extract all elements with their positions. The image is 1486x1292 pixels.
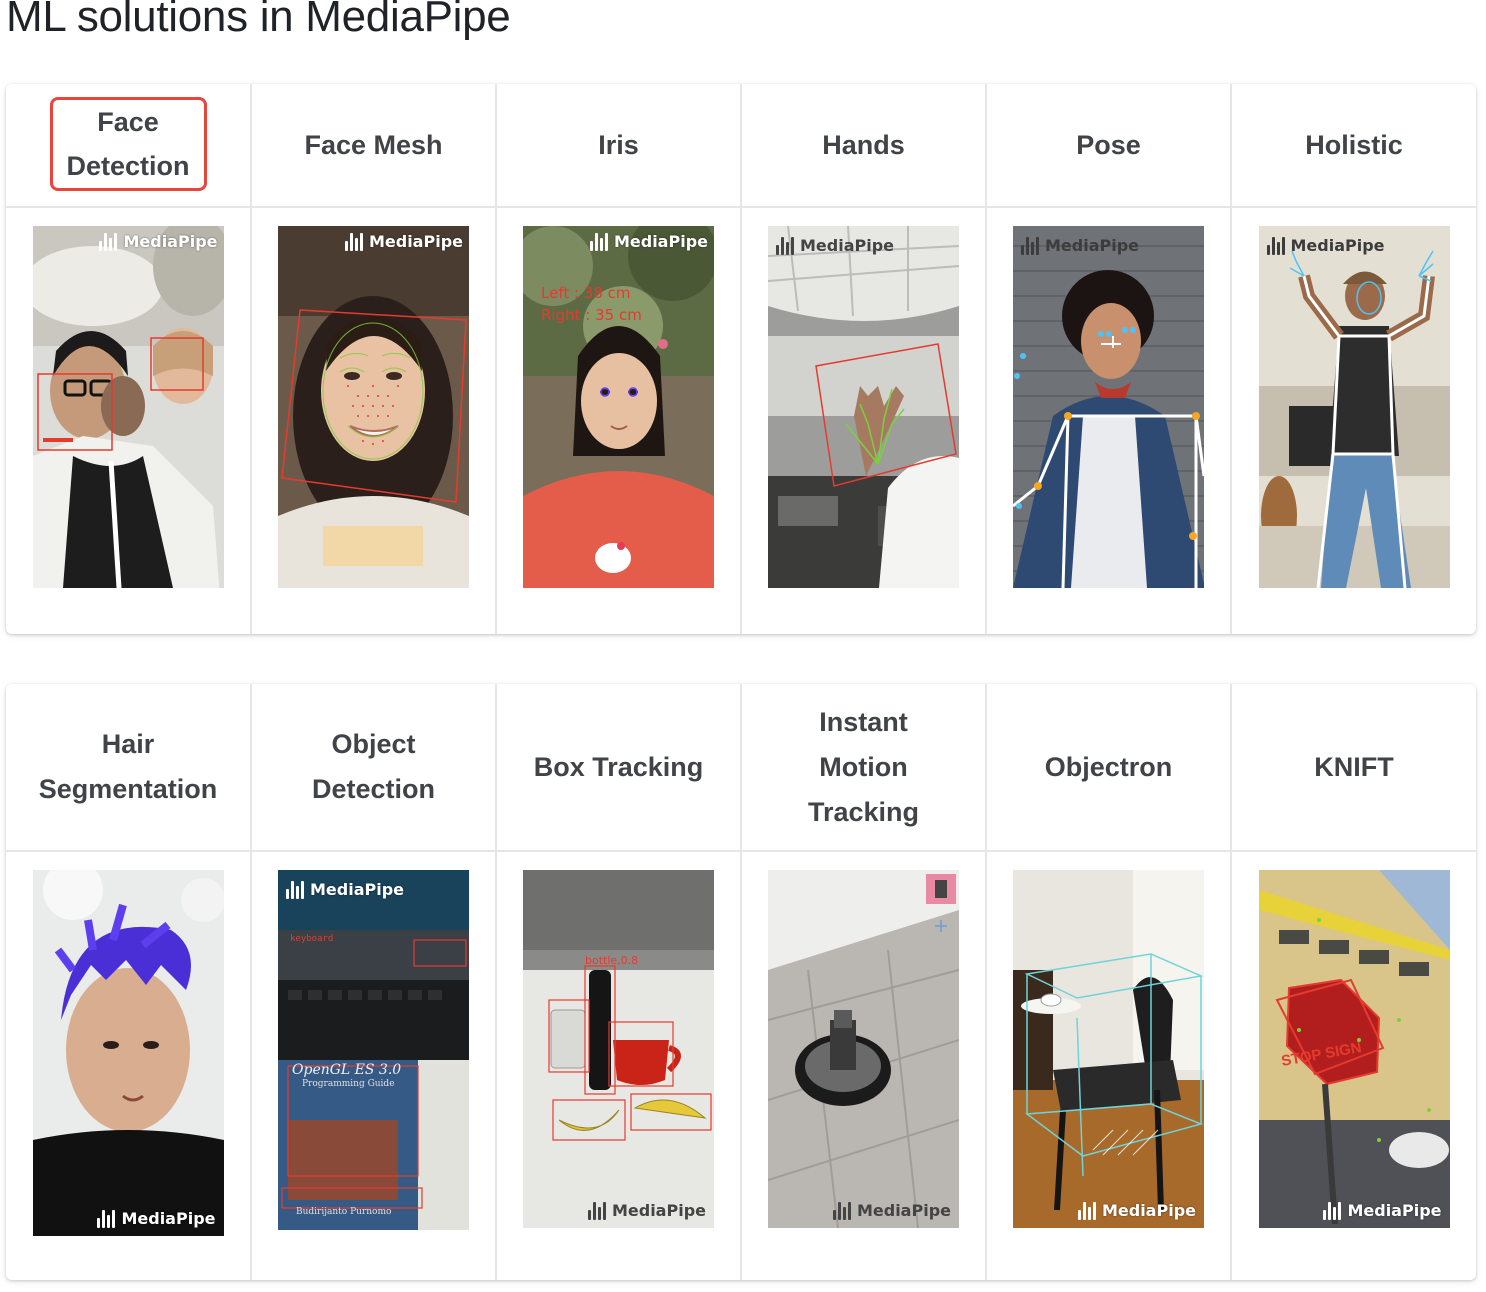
header-label: Iris bbox=[598, 129, 639, 160]
solutions-table-1: Face Detection Face Mesh Iris Hands Pose… bbox=[6, 84, 1476, 634]
cell-objectron: MediaPipe bbox=[985, 850, 1232, 1280]
face-mesh-demo-image[interactable]: MediaPipe bbox=[278, 226, 469, 588]
cell-box-tracking: bottle,0.8 MediaPipe bbox=[495, 850, 742, 1280]
cell-knift: STOP SIGN MediaPipe bbox=[1230, 850, 1476, 1280]
header-instant-motion-tracking[interactable]: Instant Motion Tracking bbox=[740, 684, 987, 852]
header-label: Objectron bbox=[1044, 751, 1173, 782]
header-label-highlighted: Face Detection bbox=[49, 97, 207, 191]
cell-face-detection: MediaPipe bbox=[6, 206, 252, 634]
mediapipe-logo: MediaPipe bbox=[344, 232, 463, 251]
cell-object-detection: keyboard OpenGL ES 3.0 Programming Guide… bbox=[250, 850, 497, 1280]
book-subtitle-label: Programming Guide bbox=[302, 1079, 395, 1089]
header-pose[interactable]: Pose bbox=[985, 84, 1232, 208]
header-label: Face Mesh bbox=[304, 129, 443, 160]
mediapipe-logo-icon bbox=[97, 1209, 116, 1228]
brand-label: MediaPipe bbox=[611, 1201, 706, 1220]
brand-label: MediaPipe bbox=[310, 880, 405, 899]
header-label: Box Tracking bbox=[533, 751, 704, 782]
header-iris[interactable]: Iris bbox=[495, 84, 742, 208]
brand-label: MediaPipe bbox=[856, 1201, 951, 1220]
book-author-label: Budirijanto Purnomo bbox=[296, 1207, 392, 1217]
header-label: KNIFT bbox=[1314, 751, 1394, 782]
mediapipe-logo-icon bbox=[776, 236, 794, 255]
objectron-demo-image[interactable]: MediaPipe bbox=[1013, 870, 1204, 1228]
mediapipe-logo: MediaPipe bbox=[1323, 1201, 1442, 1220]
header-object-detection[interactable]: Object Detection bbox=[250, 684, 497, 852]
mediapipe-logo-icon bbox=[1323, 1201, 1342, 1220]
mediapipe-logo: MediaPipe bbox=[97, 1209, 216, 1228]
object-detection-demo-image[interactable]: keyboard OpenGL ES 3.0 Programming Guide… bbox=[278, 870, 469, 1230]
mediapipe-logo: MediaPipe bbox=[1266, 236, 1385, 255]
mediapipe-logo-icon bbox=[587, 1201, 606, 1220]
pose-demo-image[interactable]: MediaPipe bbox=[1013, 226, 1204, 588]
mediapipe-logo: MediaPipe bbox=[776, 236, 894, 255]
face-detection-demo-image[interactable]: MediaPipe bbox=[32, 226, 224, 588]
mediapipe-logo: MediaPipe bbox=[1077, 1201, 1196, 1220]
mediapipe-logo-icon bbox=[1077, 1201, 1096, 1220]
header-box-tracking[interactable]: Box Tracking bbox=[495, 684, 742, 852]
hands-demo-image[interactable]: MediaPipe bbox=[768, 226, 959, 588]
header-face-mesh[interactable]: Face Mesh bbox=[250, 84, 497, 208]
holistic-demo-image[interactable]: MediaPipe bbox=[1258, 226, 1450, 588]
header-label: Pose bbox=[1076, 129, 1141, 160]
brand-label: MediaPipe bbox=[121, 1209, 216, 1228]
instant-motion-tracking-demo-image[interactable]: MediaPipe bbox=[768, 870, 959, 1228]
page-title: ML solutions in MediaPipe bbox=[6, 0, 511, 41]
brand-label: MediaPipe bbox=[1101, 1201, 1196, 1220]
solutions-table-2: Hair Segmentation Object Detection Box T… bbox=[6, 684, 1476, 1280]
iris-demo-image[interactable]: Left : 38 cm Right : 35 cm MediaPipe bbox=[523, 226, 714, 588]
brand-label: MediaPipe bbox=[613, 232, 708, 251]
header-hands[interactable]: Hands bbox=[740, 84, 987, 208]
mediapipe-logo-icon bbox=[832, 1201, 851, 1220]
hair-segmentation-demo-image[interactable]: MediaPipe bbox=[32, 870, 224, 1236]
cell-pose: MediaPipe bbox=[985, 206, 1232, 634]
mediapipe-logo-icon bbox=[286, 880, 304, 899]
brand-label: MediaPipe bbox=[123, 232, 218, 251]
header-label: Object Detection bbox=[311, 729, 436, 804]
mediapipe-logo-icon bbox=[344, 232, 363, 251]
header-face-detection[interactable]: Face Detection bbox=[6, 84, 252, 208]
detection-label: keyboard bbox=[290, 934, 334, 944]
mediapipe-logo: MediaPipe bbox=[589, 232, 708, 251]
mediapipe-logo: MediaPipe bbox=[1021, 236, 1139, 255]
header-hair-segmentation[interactable]: Hair Segmentation bbox=[6, 684, 252, 852]
mediapipe-logo-icon bbox=[1266, 236, 1285, 255]
header-label: Holistic bbox=[1305, 129, 1403, 160]
brand-label: MediaPipe bbox=[1290, 236, 1385, 255]
iris-distance-right: Right : 35 cm bbox=[541, 306, 642, 324]
header-holistic[interactable]: Holistic bbox=[1230, 84, 1476, 208]
brand-label: MediaPipe bbox=[800, 236, 895, 255]
cell-hands: MediaPipe bbox=[740, 206, 987, 634]
mediapipe-logo: MediaPipe bbox=[286, 880, 404, 899]
mediapipe-logo: MediaPipe bbox=[832, 1201, 951, 1220]
book-title-label: OpenGL ES 3.0 bbox=[292, 1062, 402, 1078]
mediapipe-logo-icon bbox=[1021, 236, 1039, 255]
cell-holistic: MediaPipe bbox=[1230, 206, 1476, 634]
brand-label: MediaPipe bbox=[1045, 236, 1140, 255]
cell-face-mesh: MediaPipe bbox=[250, 206, 497, 634]
header-knift[interactable]: KNIFT bbox=[1230, 684, 1476, 852]
knift-demo-image[interactable]: STOP SIGN MediaPipe bbox=[1258, 870, 1450, 1228]
brand-label: MediaPipe bbox=[1347, 1201, 1442, 1220]
header-label: Hair Segmentation bbox=[38, 729, 218, 804]
cell-instant-motion-tracking: MediaPipe bbox=[740, 850, 987, 1280]
mediapipe-logo-icon bbox=[589, 232, 608, 251]
mediapipe-logo-icon bbox=[99, 232, 118, 251]
iris-distance-left: Left : 38 cm bbox=[541, 284, 631, 302]
cell-hair-segmentation: MediaPipe bbox=[6, 850, 252, 1280]
header-label: Hands bbox=[822, 129, 905, 160]
box-tracking-demo-image[interactable]: bottle,0.8 MediaPipe bbox=[523, 870, 714, 1228]
header-objectron[interactable]: Objectron bbox=[985, 684, 1232, 852]
cell-iris: Left : 38 cm Right : 35 cm MediaPipe bbox=[495, 206, 742, 634]
mediapipe-logo: MediaPipe bbox=[99, 232, 218, 251]
mediapipe-logo: MediaPipe bbox=[587, 1201, 706, 1220]
header-label: Instant Motion Tracking bbox=[807, 706, 920, 827]
brand-label: MediaPipe bbox=[368, 232, 463, 251]
tracked-object-label: bottle,0.8 bbox=[585, 954, 639, 967]
